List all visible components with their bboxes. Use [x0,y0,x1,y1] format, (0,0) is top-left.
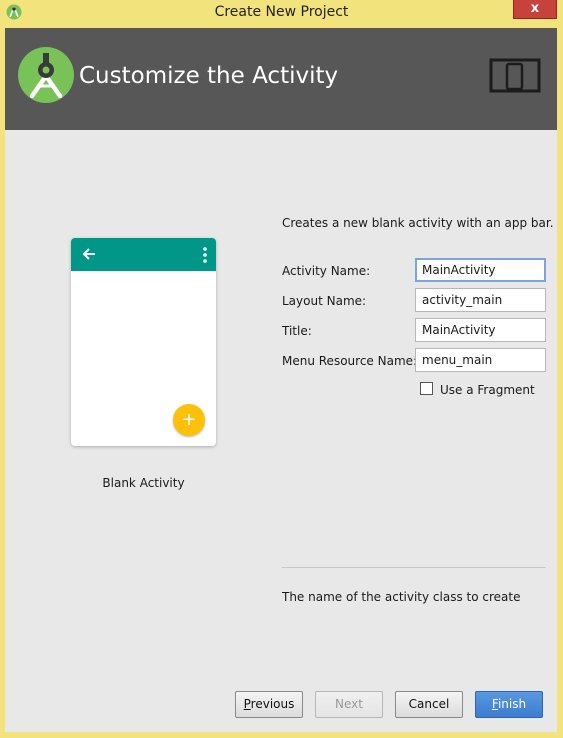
preview-app-bar [71,238,216,271]
window-title: Create New Project [214,4,349,20]
previous-mnemonic: P [243,697,251,711]
close-button[interactable]: x [513,0,557,19]
finish-label: inish [497,697,527,711]
template-name: Blank Activity [102,476,185,490]
activity-preview: + [71,238,216,446]
divider [282,567,546,568]
fab-add-icon: + [173,404,205,436]
page-title: Customize the Activity [79,63,339,89]
activity-name-label: Activity Name: [282,264,371,278]
dialog-content: Customize the Activity + Blank Activity … [5,28,557,732]
title-label: Title: [282,324,312,338]
template-description: Creates a new blank activity with an app… [282,216,554,230]
menu-resource-name-input[interactable] [415,348,546,372]
activity-name-input[interactable] [415,258,546,282]
arrow-back-icon [82,248,95,260]
menu-resource-name-label: Menu Resource Name: [282,354,418,368]
use-fragment-checkbox[interactable] [420,382,433,395]
title-input[interactable] [415,318,546,342]
dialog-window: Create New Project x Customize the Activ… [0,0,563,738]
next-button[interactable]: Next [315,691,383,718]
wizard-header: Customize the Activity [5,28,557,130]
overflow-menu-icon [203,247,207,263]
layout-name-label: Layout Name: [282,294,367,308]
use-fragment-label[interactable]: Use a Fragment [440,383,535,397]
field-help-text: The name of the activity class to create [282,590,521,604]
phone-tablet-icon [489,58,541,93]
previous-button[interactable]: Previous [235,691,303,718]
layout-name-input[interactable] [415,288,546,312]
android-studio-logo [18,47,74,103]
cancel-button[interactable]: Cancel [395,691,463,718]
title-bar[interactable]: Create New Project x [0,0,563,26]
finish-button[interactable]: Finish [475,691,543,718]
previous-label: revious [250,697,295,711]
